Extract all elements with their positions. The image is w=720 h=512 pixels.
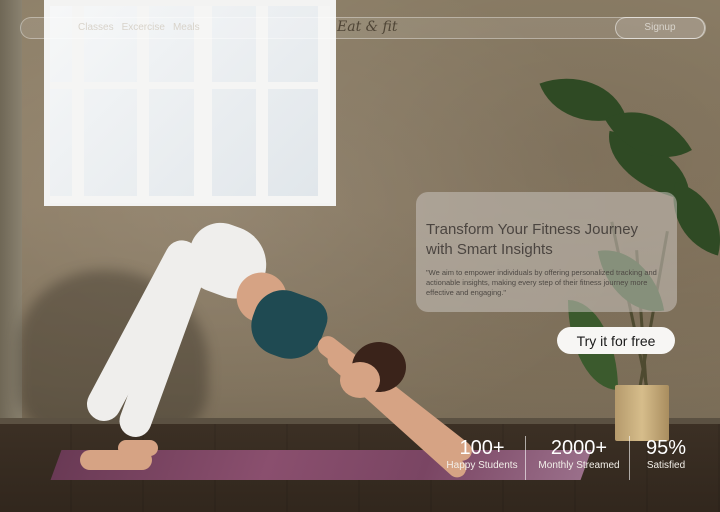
brand-logo[interactable]: Eat & fit [337, 19, 398, 35]
signup-button[interactable]: Signup [615, 17, 705, 39]
hero-card: Transform Your Fitness Journey with Smart… [416, 192, 677, 312]
stat-label: Monthly Streamed [538, 460, 620, 471]
nav-link-exercise[interactable]: Excercise [122, 22, 165, 33]
stat-value: 100+ [459, 437, 505, 459]
nav-link-meals[interactable]: Meals [173, 22, 200, 33]
nav-link-classes[interactable]: Classes [78, 22, 114, 33]
hero-title: Transform Your Fitness Journey with Smart… [426, 221, 639, 258]
stat-divider [525, 436, 526, 480]
stat-satisfied: 95% Satisfied [636, 436, 696, 472]
hero-description: "We aim to empower individuals by offeri… [426, 268, 657, 297]
stat-label: Satisfied [646, 460, 686, 471]
try-it-for-free-button[interactable]: Try it for free [557, 327, 675, 354]
nav-links: Classes Excercise Meals [78, 22, 208, 33]
top-navbar: Classes Excercise Meals Eat & fit Signup [20, 17, 706, 39]
stat-divider [629, 436, 630, 480]
stat-monthly-streamed: 2000+ Monthly Streamed [530, 436, 628, 472]
stat-label: Happy Students [446, 460, 518, 471]
stat-happy-students: 100+ Happy Students [440, 436, 524, 472]
stats-bar: 100+ Happy Students 2000+ Monthly Stream… [440, 436, 700, 480]
stat-value: 2000+ [550, 437, 608, 459]
stat-value: 95% [645, 437, 687, 459]
